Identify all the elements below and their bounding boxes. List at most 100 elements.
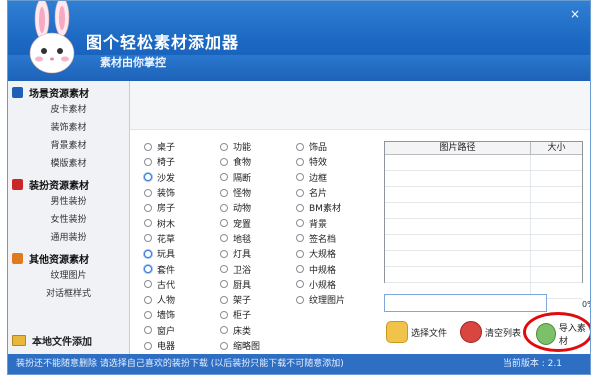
radio-button[interactable] (296, 295, 304, 304)
category-radio-option[interactable]: 人物 (144, 292, 175, 307)
category-radio-option[interactable]: 怪物 (220, 185, 260, 200)
radio-button[interactable] (220, 249, 228, 258)
category-radio-option[interactable]: 床类 (220, 323, 260, 338)
sidebar-item-decor[interactable]: 装饰素材 (8, 119, 129, 137)
category-radio-option[interactable]: 墙饰 (144, 307, 175, 322)
table-row[interactable] (385, 267, 582, 283)
radio-button[interactable] (296, 234, 304, 243)
radio-button[interactable] (144, 142, 152, 151)
radio-button[interactable] (144, 249, 152, 258)
category-radio-option[interactable]: 小规格 (296, 277, 345, 292)
radio-button[interactable] (220, 157, 228, 166)
table-row[interactable] (385, 187, 582, 203)
category-radio-option[interactable]: 隔断 (220, 170, 260, 185)
local-file-add[interactable]: 本地文件添加 (12, 333, 92, 348)
sidebar-section-scene[interactable]: 场景资源素材 (8, 83, 129, 101)
category-radio-option[interactable]: 地毯 (220, 231, 260, 246)
radio-button[interactable] (144, 157, 152, 166)
radio-button[interactable] (144, 173, 152, 182)
sidebar-section-other[interactable]: 其他资源素材 (8, 249, 129, 267)
radio-button[interactable] (144, 188, 152, 197)
category-radio-option[interactable]: 玩具 (144, 246, 175, 261)
radio-button[interactable] (296, 249, 304, 258)
category-radio-option[interactable]: 厨具 (220, 277, 260, 292)
category-radio-option[interactable]: 食物 (220, 154, 260, 169)
sidebar-item-female[interactable]: 女性装扮 (8, 211, 129, 229)
radio-button[interactable] (144, 326, 152, 335)
radio-button[interactable] (296, 157, 304, 166)
radio-button[interactable] (144, 265, 152, 274)
category-radio-option[interactable]: 纹理图片 (296, 292, 345, 307)
radio-button[interactable] (144, 219, 152, 228)
category-radio-option[interactable]: 背景 (296, 215, 345, 230)
select-file-button[interactable]: 选择文件 (386, 321, 447, 343)
radio-button[interactable] (220, 188, 228, 197)
radio-button[interactable] (220, 280, 228, 289)
radio-button[interactable] (144, 203, 152, 212)
radio-button[interactable] (220, 310, 228, 319)
radio-button[interactable] (144, 295, 152, 304)
category-radio-option[interactable]: BM素材 (296, 200, 345, 215)
category-radio-option[interactable]: 大规格 (296, 246, 345, 261)
column-header-size[interactable]: 大小 (531, 142, 582, 154)
category-radio-option[interactable]: 花草 (144, 231, 175, 246)
sidebar-item-texture[interactable]: 纹理图片 (8, 267, 129, 285)
category-radio-option[interactable]: 古代 (144, 277, 175, 292)
category-radio-option[interactable]: 椅子 (144, 154, 175, 169)
category-radio-option[interactable]: 特效 (296, 154, 345, 169)
radio-button[interactable] (144, 310, 152, 319)
radio-button[interactable] (220, 219, 228, 228)
category-radio-option[interactable]: 房子 (144, 200, 175, 215)
table-row[interactable] (385, 251, 582, 267)
category-radio-option[interactable]: 窗户 (144, 323, 175, 338)
radio-button[interactable] (144, 280, 152, 289)
sidebar-item-dialog-style[interactable]: 对话框样式 (8, 285, 129, 303)
sidebar-item-template[interactable]: 模版素材 (8, 155, 129, 173)
category-radio-option[interactable]: 架子 (220, 292, 260, 307)
category-radio-option[interactable]: 柜子 (220, 307, 260, 322)
radio-button[interactable] (296, 173, 304, 182)
category-radio-option[interactable]: 沙发 (144, 170, 175, 185)
category-radio-option[interactable]: 饰品 (296, 139, 345, 154)
radio-button[interactable] (296, 265, 304, 274)
table-row[interactable] (385, 155, 582, 171)
file-table[interactable]: 图片路径 大小 (384, 141, 583, 299)
sidebar-item-male[interactable]: 男性装扮 (8, 193, 129, 211)
category-radio-option[interactable]: 卫浴 (220, 261, 260, 276)
category-radio-option[interactable]: 桌子 (144, 139, 175, 154)
radio-button[interactable] (296, 203, 304, 212)
radio-button[interactable] (220, 234, 228, 243)
table-row[interactable] (385, 219, 582, 235)
radio-button[interactable] (220, 203, 228, 212)
category-radio-option[interactable]: 装饰 (144, 185, 175, 200)
sidebar-item-pika[interactable]: 皮卡素材 (8, 101, 129, 119)
radio-button[interactable] (220, 326, 228, 335)
category-radio-option[interactable]: 中规格 (296, 261, 345, 276)
close-button[interactable]: × (568, 7, 582, 21)
category-radio-option[interactable]: 树木 (144, 215, 175, 230)
category-radio-option[interactable]: 动物 (220, 200, 260, 215)
category-radio-option[interactable]: 签名档 (296, 231, 345, 246)
sidebar-section-dress[interactable]: 装扮资源素材 (8, 175, 129, 193)
sidebar-item-general[interactable]: 通用装扮 (8, 229, 129, 247)
category-radio-option[interactable]: 缩略图 (220, 338, 260, 353)
category-radio-option[interactable]: 套件 (144, 261, 175, 276)
table-row[interactable] (385, 203, 582, 219)
category-radio-option[interactable]: 电器 (144, 338, 175, 353)
sidebar-item-background[interactable]: 背景素材 (8, 137, 129, 155)
table-row[interactable] (385, 171, 582, 187)
radio-button[interactable] (144, 234, 152, 243)
category-radio-option[interactable]: 宠置 (220, 215, 260, 230)
category-radio-option[interactable]: 功能 (220, 139, 260, 154)
radio-button[interactable] (296, 142, 304, 151)
table-row[interactable] (385, 235, 582, 251)
radio-button[interactable] (220, 341, 228, 350)
radio-button[interactable] (296, 280, 304, 289)
column-header-path[interactable]: 图片路径 (385, 142, 531, 154)
category-radio-option[interactable]: 边框 (296, 170, 345, 185)
category-radio-option[interactable]: 名片 (296, 185, 345, 200)
clear-list-button[interactable]: 清空列表 (460, 321, 521, 343)
radio-button[interactable] (220, 265, 228, 274)
radio-button[interactable] (220, 142, 228, 151)
radio-button[interactable] (220, 295, 228, 304)
